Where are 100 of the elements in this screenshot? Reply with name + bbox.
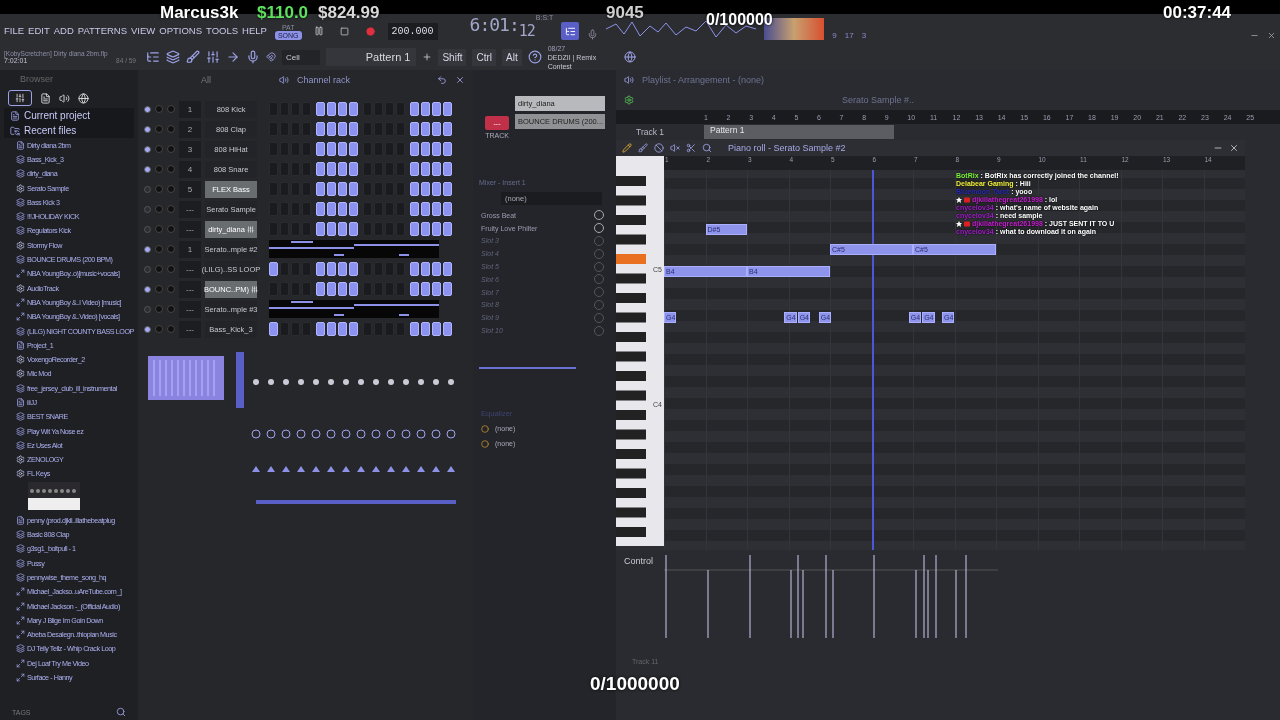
- step-button[interactable]: [410, 102, 420, 116]
- step-button[interactable]: [443, 182, 453, 196]
- mixer-track-number[interactable]: ---: [179, 280, 202, 298]
- step-button[interactable]: [349, 142, 359, 156]
- modifier-key[interactable]: Ctrl: [472, 48, 496, 66]
- step-button[interactable]: [349, 102, 359, 116]
- step-button[interactable]: [443, 322, 453, 336]
- search-icon[interactable]: [116, 707, 127, 717]
- mixer-track-number[interactable]: 2: [179, 120, 202, 138]
- step-button[interactable]: [338, 202, 348, 216]
- undo-icon[interactable]: [437, 75, 448, 85]
- playlist-icon[interactable]: [146, 50, 160, 64]
- step-button[interactable]: [327, 282, 337, 296]
- step-button[interactable]: [443, 162, 453, 176]
- step-button[interactable]: [338, 102, 348, 116]
- browser-section[interactable]: Current project: [4, 108, 135, 123]
- step-button[interactable]: [421, 262, 431, 276]
- step-button[interactable]: [421, 182, 431, 196]
- menu-item[interactable]: ADD: [53, 24, 74, 36]
- step-button[interactable]: [432, 162, 442, 176]
- channel-mute-light[interactable]: [144, 145, 152, 153]
- channel-mute-light[interactable]: [144, 105, 152, 113]
- channel-mute-light[interactable]: [144, 165, 152, 173]
- globe-icon[interactable]: [623, 51, 636, 63]
- step-button[interactable]: [338, 322, 348, 336]
- mixer-track-number[interactable]: 1: [179, 100, 202, 118]
- step-button[interactable]: [421, 122, 431, 136]
- mixer-track-number[interactable]: ---: [179, 220, 202, 238]
- gear-icon[interactable]: [624, 95, 634, 105]
- step-button[interactable]: [410, 282, 420, 296]
- step-button[interactable]: [316, 262, 326, 276]
- track-name[interactable]: Track 1: [616, 127, 704, 137]
- browser-tab[interactable]: [8, 90, 32, 106]
- brush-icon[interactable]: [638, 143, 648, 153]
- tempo-display[interactable]: 200.000: [387, 23, 438, 40]
- step-button[interactable]: [443, 102, 453, 116]
- step-button[interactable]: [443, 282, 453, 296]
- step-button[interactable]: [421, 282, 431, 296]
- step-button[interactable]: [269, 262, 279, 276]
- step-button[interactable]: [349, 202, 359, 216]
- menu-item[interactable]: EDIT: [28, 24, 50, 36]
- step-button[interactable]: [421, 222, 431, 236]
- step-edit-button[interactable]: [561, 22, 580, 40]
- close-icon[interactable]: [455, 75, 466, 85]
- step-button[interactable]: [316, 202, 326, 216]
- mixer-track-number[interactable]: 3: [179, 140, 202, 158]
- menu-item[interactable]: TOOLS: [206, 24, 239, 36]
- arrow-icon[interactable]: [226, 50, 240, 64]
- step-button[interactable]: [421, 142, 431, 156]
- step-button[interactable]: [316, 162, 326, 176]
- search-icon[interactable]: [702, 143, 712, 153]
- step-button[interactable]: [410, 262, 420, 276]
- add-icon[interactable]: [422, 52, 433, 62]
- channel-mute-light[interactable]: [144, 285, 152, 293]
- mute-icon[interactable]: [670, 143, 680, 153]
- mixer-track-number[interactable]: ---: [179, 200, 202, 218]
- snap-dropdown[interactable]: Cell: [282, 49, 320, 65]
- mixer-track-number[interactable]: ---: [179, 320, 202, 338]
- step-button[interactable]: [349, 122, 359, 136]
- pattern-selector[interactable]: Pattern 1: [325, 48, 417, 66]
- step-button[interactable]: [443, 122, 453, 136]
- browser-section[interactable]: Recent files: [4, 123, 135, 138]
- step-button[interactable]: [432, 102, 442, 116]
- step-button[interactable]: [327, 182, 337, 196]
- step-button[interactable]: [327, 162, 337, 176]
- step-button[interactable]: [432, 142, 442, 156]
- step-button[interactable]: [349, 282, 359, 296]
- step-button[interactable]: [443, 142, 453, 156]
- step-button[interactable]: [349, 162, 359, 176]
- step-button[interactable]: [410, 162, 420, 176]
- step-button[interactable]: [432, 322, 442, 336]
- step-button[interactable]: [327, 322, 337, 336]
- step-button[interactable]: [432, 222, 442, 236]
- step-button[interactable]: [327, 122, 337, 136]
- mixer-track-number[interactable]: 4: [179, 160, 202, 178]
- mixer-track-number[interactable]: 1: [179, 240, 202, 258]
- step-button[interactable]: [443, 262, 453, 276]
- step-button[interactable]: [421, 102, 431, 116]
- step-button[interactable]: [432, 262, 442, 276]
- mixer-track-number[interactable]: 5: [179, 180, 202, 198]
- modifier-key[interactable]: Shift: [438, 48, 467, 66]
- step-button[interactable]: [410, 122, 420, 136]
- mixer-icon[interactable]: [206, 50, 220, 64]
- step-button[interactable]: [349, 222, 359, 236]
- step-button[interactable]: [421, 162, 431, 176]
- close-icon[interactable]: [1229, 143, 1239, 153]
- step-button[interactable]: [410, 142, 420, 156]
- step-button[interactable]: [410, 202, 420, 216]
- step-button[interactable]: [316, 122, 326, 136]
- step-button[interactable]: [349, 262, 359, 276]
- step-button[interactable]: [410, 182, 420, 196]
- close-icon[interactable]: [1267, 31, 1276, 40]
- step-button[interactable]: [327, 262, 337, 276]
- scissors-icon[interactable]: [686, 143, 696, 153]
- step-button[interactable]: [338, 142, 348, 156]
- pencil-icon[interactable]: [622, 143, 632, 153]
- step-button[interactable]: [316, 322, 326, 336]
- menu-item[interactable]: HELP: [242, 24, 267, 36]
- menu-item[interactable]: FILE: [4, 24, 25, 36]
- menu-item[interactable]: PATTERNS: [77, 24, 128, 36]
